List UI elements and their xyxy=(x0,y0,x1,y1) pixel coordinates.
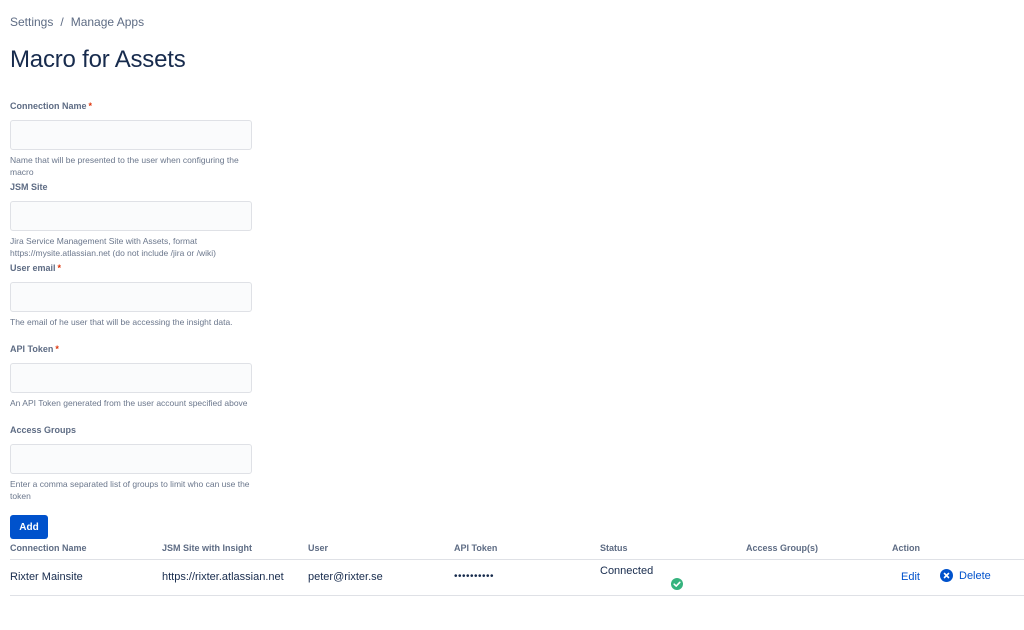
jsm-site-field: JSM Site Jira Service Management Site wi… xyxy=(10,181,252,259)
breadcrumb-manage-apps[interactable]: Manage Apps xyxy=(71,15,144,29)
breadcrumb-separator: / xyxy=(60,15,64,29)
add-button[interactable]: Add xyxy=(10,515,48,539)
edit-link[interactable]: Edit xyxy=(901,571,920,583)
jsm-site-help: Jira Service Management Site with Assets… xyxy=(10,236,216,258)
table-row: Rixter Mainsite https://rixter.atlassian… xyxy=(10,560,1024,596)
cell-api-token: •••••••••• xyxy=(454,571,495,582)
connections-table: Connection Name JSM Site with Insight Us… xyxy=(10,539,1024,596)
table-header: Connection Name JSM Site with Insight Us… xyxy=(10,539,1024,560)
required-marker: * xyxy=(57,263,62,273)
connection-name-field: Connection Name * Name that will be prese… xyxy=(10,100,252,178)
user-email-field: User email * The email of he user that wi… xyxy=(10,262,252,328)
column-header-action: Action xyxy=(892,543,920,553)
connection-name-input[interactable] xyxy=(10,120,252,150)
access-groups-field: Access Groups Enter a comma separated li… xyxy=(10,424,252,502)
column-header-user: User xyxy=(308,543,329,553)
breadcrumb: Settings / Manage Apps xyxy=(10,15,144,29)
cell-user: peter@rixter.se xyxy=(308,571,383,583)
check-circle-icon xyxy=(671,578,683,590)
api-token-input[interactable] xyxy=(10,363,252,393)
cell-site: https://rixter.atlassian.net xyxy=(162,571,284,583)
delete-label: Delete xyxy=(959,569,991,582)
connection-name-label: Connection Name * xyxy=(10,101,93,111)
breadcrumb-settings[interactable]: Settings xyxy=(10,15,53,29)
api-token-help: An API Token generated from the user acc… xyxy=(10,398,248,408)
user-email-help: The email of he user that will be access… xyxy=(10,317,233,327)
jsm-site-label: JSM Site xyxy=(10,182,48,192)
cell-status: Connected xyxy=(600,565,654,577)
access-groups-input[interactable] xyxy=(10,444,252,474)
user-email-input[interactable] xyxy=(10,282,252,312)
delete-button[interactable]: Delete xyxy=(940,569,991,582)
cross-circle-icon xyxy=(940,569,953,582)
api-token-field: API Token * An API Token generated from t… xyxy=(10,343,252,409)
column-header-api-token: API Token xyxy=(454,543,498,553)
required-marker: * xyxy=(55,344,59,354)
column-header-connection-name: Connection Name xyxy=(10,543,87,553)
access-groups-label: Access Groups xyxy=(10,425,77,435)
cell-connection-name: Rixter Mainsite xyxy=(10,571,83,583)
required-marker: * xyxy=(88,101,93,111)
column-header-jsm-site: JSM Site with Insight xyxy=(162,543,253,553)
user-email-label: User email * xyxy=(10,263,62,273)
jsm-site-input[interactable] xyxy=(10,201,252,231)
access-groups-help: Enter a comma separated list of groups t… xyxy=(10,479,250,501)
column-header-status: Status xyxy=(600,543,628,553)
api-token-label: API Token * xyxy=(10,344,59,354)
connection-name-help: Name that will be presented to the user … xyxy=(10,155,239,177)
column-header-access-groups: Access Group(s) xyxy=(746,543,819,553)
page-title: Macro for Assets xyxy=(10,46,186,73)
